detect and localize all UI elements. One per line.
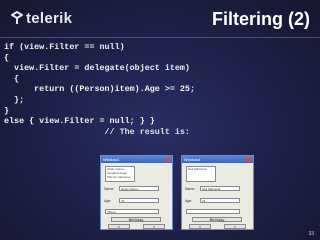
window-titlebar: Window1 <box>182 156 253 163</box>
result-window-filtered: Window1 Neli Marinova Name: Neli Marinov… <box>181 155 254 230</box>
code-line: return ((Person)item).Age >= 25; <box>4 84 195 95</box>
birthday-button[interactable]: Birthday <box>192 217 242 222</box>
name-label: Name: <box>104 187 115 191</box>
age-field[interactable]: 31 <box>119 198 159 203</box>
name-field[interactable]: Neli Marinova <box>200 186 240 191</box>
telerik-mark-icon <box>11 11 23 24</box>
next-button[interactable]: > <box>143 224 165 229</box>
close-icon[interactable] <box>165 157 170 162</box>
name-label: Name: <box>185 187 196 191</box>
close-icon[interactable] <box>246 157 251 162</box>
birthday-button[interactable]: Birthday <box>111 217 161 222</box>
code-line: }; <box>4 94 25 105</box>
age-label: Age: <box>104 199 112 203</box>
age-field[interactable]: 29 <box>200 198 240 203</box>
people-listbox[interactable]: Neli Marinova <box>186 166 216 182</box>
slide: telerik Filtering (2) if (view.Filter ==… <box>0 0 320 240</box>
people-listbox[interactable]: Hristo Ivanov Gergana Anger Plamen Atana… <box>105 166 135 182</box>
name-field[interactable]: Hristo Ivanov <box>119 186 159 191</box>
code-block: if (view.Filter == null) { view.Filter =… <box>4 42 195 137</box>
age-label: Age: <box>185 199 193 203</box>
prev-button[interactable]: < <box>108 224 130 229</box>
header-divider <box>0 37 320 38</box>
telerik-logo: telerik <box>9 9 73 27</box>
code-line: { <box>4 52 10 63</box>
next-button[interactable]: > <box>224 224 246 229</box>
town-combobox[interactable]: Vihren <box>105 209 159 214</box>
code-comment: // The result is: <box>4 126 190 137</box>
window-titlebar: Window1 <box>101 156 172 163</box>
code-line: else { view.Filter = null; } } <box>4 116 155 127</box>
list-item[interactable]: Neli Marinova <box>188 167 215 171</box>
page-number: 33 <box>308 231 314 237</box>
list-item[interactable]: Plamen Atanasov <box>107 175 134 179</box>
prev-button[interactable]: < <box>189 224 211 229</box>
slide-header: telerik Filtering (2) <box>0 0 320 38</box>
code-line: view.Filter = delegate(object item) <box>4 63 190 74</box>
code-line: } <box>4 105 10 116</box>
code-line: { <box>4 73 20 84</box>
result-window-unfiltered: Window1 Hristo Ivanov Gergana Anger Plam… <box>100 155 173 230</box>
town-combobox[interactable] <box>186 209 240 214</box>
window-title: Window1 <box>184 156 201 162</box>
code-line: if (view.Filter == null) <box>4 42 125 52</box>
slide-title: Filtering (2) <box>212 9 310 29</box>
window-title: Window1 <box>103 156 120 162</box>
logo-text: telerik <box>26 9 73 27</box>
